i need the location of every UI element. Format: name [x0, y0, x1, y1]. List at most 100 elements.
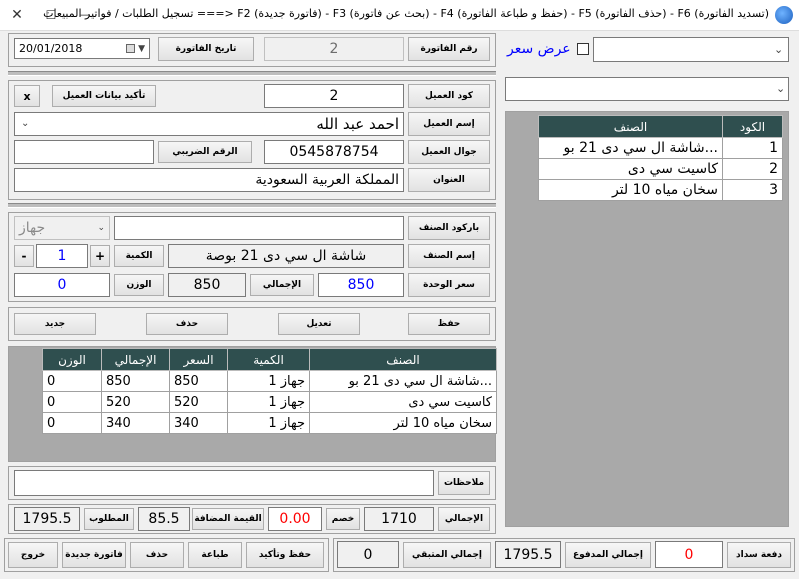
remaining-label[interactable]: إجمالي المتبقي: [403, 542, 491, 568]
show-price-checkbox[interactable]: عرض سعر: [507, 41, 589, 57]
customer-code-field[interactable]: 2: [264, 84, 404, 108]
cell-weight: 0: [42, 412, 102, 434]
barcode-field[interactable]: [114, 216, 404, 240]
total-label[interactable]: الإجمالي: [438, 507, 490, 531]
qty-minus-button[interactable]: -: [14, 245, 34, 267]
column-header[interactable]: السعر: [169, 348, 228, 371]
customer-mobile-label[interactable]: جوال العميل: [408, 140, 490, 164]
column-header[interactable]: الوزن: [42, 348, 102, 371]
save-item-button[interactable]: حفظ: [408, 313, 490, 335]
line-total-label[interactable]: الإجمالي: [250, 274, 314, 296]
delete-invoice-button[interactable]: حذف: [130, 542, 184, 568]
barcode-label[interactable]: باركود الصنف: [408, 216, 490, 240]
unit-combo[interactable]: جهاز ⌄: [14, 216, 110, 240]
chevron-down-icon[interactable]: ⌄: [97, 223, 105, 233]
cell-qty: 1 جهاز: [227, 370, 310, 392]
unit-price-label[interactable]: سعر الوحدة: [408, 273, 490, 297]
new-invoice-button[interactable]: فاتورة جديدة: [62, 542, 126, 568]
checkbox-box[interactable]: [576, 43, 589, 55]
calendar-icon[interactable]: [126, 44, 135, 53]
notes-label[interactable]: ملاحظات: [438, 471, 490, 495]
table-row[interactable]: كاسيت سي دى 2: [538, 158, 783, 180]
weight-label[interactable]: الوزن: [114, 274, 164, 296]
discount-label[interactable]: خصم: [326, 508, 360, 530]
customer-name-combo[interactable]: احمد عبد الله ⌄: [14, 112, 404, 136]
table-row[interactable]: 0 850 850 1 جهاز شاشة ال سي دى 21 بو...: [42, 370, 497, 392]
payment-field[interactable]: 0: [655, 541, 723, 568]
delete-item-button[interactable]: حذف: [146, 313, 228, 335]
item-search-combo[interactable]: ⌄: [505, 77, 789, 101]
tax-number-field[interactable]: [14, 140, 154, 164]
qty-plus-button[interactable]: +: [90, 245, 110, 267]
price-quote-panel: ⌄ عرض سعر: [503, 33, 793, 67]
chevron-down-icon[interactable]: ⌄: [776, 82, 785, 95]
minimize-icon[interactable]: —: [68, 4, 102, 26]
cell-price: 850: [169, 370, 228, 392]
remaining-field: 0: [337, 541, 399, 568]
item-name-label[interactable]: إسم الصنف: [408, 244, 490, 268]
required-label[interactable]: المطلوب: [84, 508, 134, 530]
cell-item: شاشة ال سي دى 21 بو...: [538, 137, 723, 159]
weight-field[interactable]: 0: [14, 273, 110, 297]
item-name-field: شاشة ال سي دى 21 بوصة: [168, 244, 404, 268]
close-icon[interactable]: ✕: [0, 4, 34, 26]
separator: [8, 203, 496, 208]
invoice-number-label[interactable]: رقم الفاتورة: [408, 37, 490, 61]
cell-total: 340: [101, 412, 170, 434]
invoice-date-value: 20/01/2018: [19, 42, 83, 55]
unit-price-field[interactable]: 850: [318, 273, 404, 297]
table-row[interactable]: 0 520 520 1 جهاز كاسيت سي دى: [42, 391, 497, 413]
discount-field[interactable]: 0.00: [268, 507, 322, 531]
cell-price: 520: [169, 391, 228, 413]
column-header[interactable]: الكود: [722, 115, 783, 138]
column-header[interactable]: الصنف: [309, 348, 497, 371]
chevron-down-icon[interactable]: ⌄: [774, 43, 783, 56]
confirm-customer-button[interactable]: تأكيد بيانات العميل: [52, 85, 156, 107]
table-row[interactable]: سخان مياه 10 لتر 3: [538, 179, 783, 201]
column-header[interactable]: الكمية: [227, 348, 310, 371]
show-price-label: عرض سعر: [507, 41, 571, 57]
cell-total: 520: [101, 391, 170, 413]
cell-item: شاشة ال سي دى 21 بو...: [309, 370, 497, 392]
tax-number-label[interactable]: الرقم الضريبي: [158, 141, 252, 163]
edit-item-button[interactable]: تعديل: [278, 313, 360, 335]
notes-field[interactable]: [14, 470, 434, 496]
cell-total: 850: [101, 370, 170, 392]
vat-label[interactable]: القيمة المضافة: [192, 508, 264, 530]
column-header[interactable]: الإجمالي: [101, 348, 170, 371]
qty-label[interactable]: الكمية: [114, 245, 164, 267]
cell-qty: 1 جهاز: [227, 412, 310, 434]
invoice-lines-table[interactable]: الوزن الإجمالي السعر الكمية الصنف 0 850 …: [42, 348, 497, 434]
paid-label[interactable]: إجمالي المدفوع: [565, 542, 651, 568]
exit-button[interactable]: خروج: [8, 542, 58, 568]
maximize-icon[interactable]: ☐: [34, 4, 68, 26]
table-row[interactable]: شاشة ال سي دى 21 بو... 1: [538, 137, 783, 159]
cell-code: 3: [722, 179, 783, 201]
table-header-row: الصنف الكود: [538, 115, 783, 138]
clear-customer-button[interactable]: x: [14, 85, 40, 107]
window-title: تسجيل الطلبات / فواتير المبيعات ===> F2 …: [43, 7, 769, 20]
payment-label[interactable]: دفعة سداد: [727, 542, 791, 568]
unit-value: جهاز: [19, 220, 46, 236]
customer-code-label[interactable]: كود العميل: [408, 84, 490, 108]
cell-qty: 1 جهاز: [227, 391, 310, 413]
chevron-down-icon[interactable]: ⌄: [21, 118, 29, 129]
customer-name-label[interactable]: إسم العميل: [408, 112, 490, 136]
invoice-number-field: 2: [264, 37, 404, 61]
price-quote-combo[interactable]: ⌄: [593, 37, 789, 62]
items-list-table[interactable]: الصنف الكود شاشة ال سي دى 21 بو... 1 كاس…: [538, 115, 783, 201]
new-item-button[interactable]: جديد: [14, 313, 96, 335]
separator: [8, 71, 496, 76]
invoice-date-label[interactable]: تاريخ الفاتورة: [158, 37, 254, 61]
chevron-down-icon[interactable]: ▼: [138, 44, 145, 54]
address-field[interactable]: المملكة العربية السعودية: [14, 168, 404, 192]
total-field: 1710: [364, 507, 434, 531]
table-row[interactable]: 0 340 340 1 جهاز سخان مياه 10 لتر: [42, 412, 497, 434]
qty-field[interactable]: 1: [36, 244, 88, 268]
column-header[interactable]: الصنف: [538, 115, 723, 138]
address-label[interactable]: العنوان: [408, 168, 490, 192]
print-button[interactable]: طباعة: [188, 542, 242, 568]
customer-mobile-field[interactable]: 0545878754: [264, 140, 404, 164]
save-confirm-button[interactable]: حفظ وتأكيد: [246, 542, 324, 568]
invoice-date-picker[interactable]: 20/01/2018 ▼: [14, 38, 150, 59]
